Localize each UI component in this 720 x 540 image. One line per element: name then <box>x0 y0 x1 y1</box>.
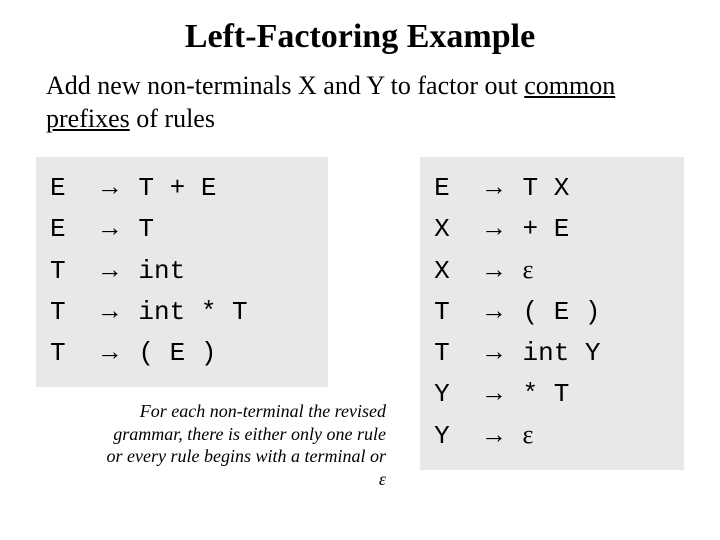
rule: T → ( E ) <box>50 332 310 373</box>
arrow-icon: → <box>481 420 507 449</box>
arrow-icon: → <box>481 337 507 366</box>
footnote: For each non-terminal the revised gramma… <box>96 400 386 490</box>
rule: T → int * T <box>50 291 310 332</box>
slide-title: Left-Factoring Example <box>36 18 684 56</box>
arrow-icon: → <box>97 172 123 201</box>
subtitle-part2: of rules <box>136 104 215 133</box>
arrow-icon: → <box>481 213 507 242</box>
arrow-icon: → <box>481 172 507 201</box>
rule: T → int <box>50 250 310 291</box>
slide-subtitle: Add new non-terminals X and Y to factor … <box>46 70 684 135</box>
factored-grammar: E → T X X → + E X → ε T → ( E ) T → int … <box>420 157 684 470</box>
arrow-icon: → <box>481 378 507 407</box>
rule: Y → * T <box>434 373 666 414</box>
rule: X → + E <box>434 208 666 249</box>
arrow-icon: → <box>97 337 123 366</box>
rule: Y → ε <box>434 415 666 456</box>
rule: E → T X <box>434 167 666 208</box>
rule: X → ε <box>434 250 666 291</box>
arrow-icon: → <box>481 255 507 284</box>
arrow-icon: → <box>97 296 123 325</box>
rule: T → ( E ) <box>434 291 666 332</box>
arrow-icon: → <box>481 296 507 325</box>
original-grammar: E → T + E E → T T → int T → int * T T → … <box>36 157 328 387</box>
subtitle-part1: Add new non-terminals X and Y to factor … <box>46 71 524 100</box>
arrow-icon: → <box>97 213 123 242</box>
rule: E → T <box>50 208 310 249</box>
rule: T → int Y <box>434 332 666 373</box>
rule: E → T + E <box>50 167 310 208</box>
arrow-icon: → <box>97 255 123 284</box>
